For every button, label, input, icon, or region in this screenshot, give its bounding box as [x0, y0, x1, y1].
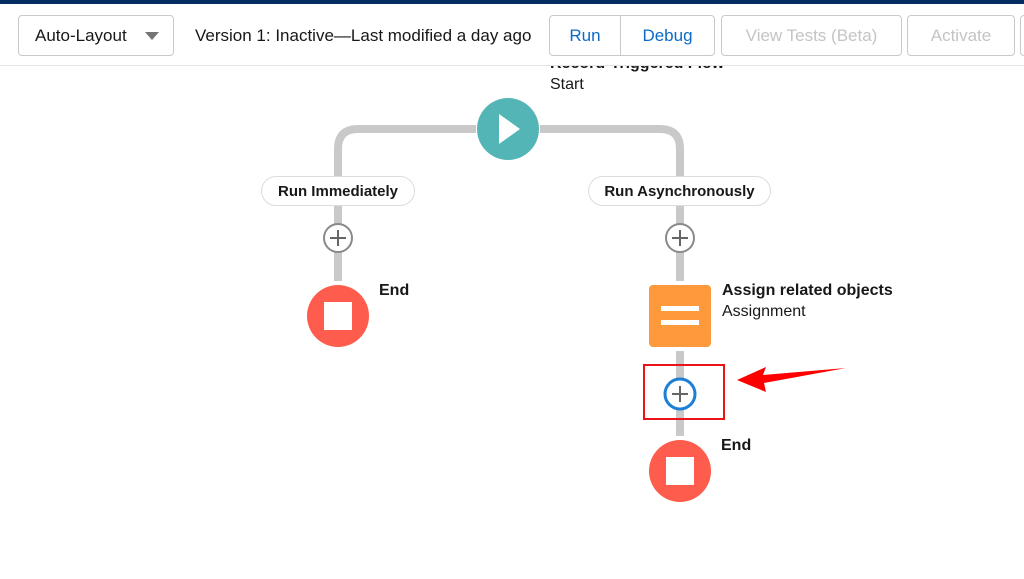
layout-select-value: Auto-Layout: [35, 25, 127, 45]
end-node-right[interactable]: [649, 440, 711, 502]
flow-connectors: [307, 98, 846, 502]
activate-button[interactable]: Activate: [907, 15, 1015, 56]
debug-button[interactable]: Debug: [620, 15, 715, 56]
annotation-arrow: [737, 367, 846, 392]
end-label-right: End: [721, 437, 752, 454]
add-element-button-left[interactable]: [323, 223, 353, 253]
assignment-title: Assign related objects: [722, 282, 893, 299]
start-node[interactable]: [477, 98, 539, 160]
add-element-button-right[interactable]: [665, 223, 695, 253]
toolbar: Auto-Layout Version 1: Inactive—Last mod…: [0, 4, 1024, 66]
assignment-subtitle: Assignment: [722, 303, 806, 320]
version-status: Version 1: Inactive—Last modified a day …: [195, 26, 532, 45]
add-element-button-selected[interactable]: [663, 377, 697, 411]
run-button[interactable]: Run: [549, 15, 621, 56]
more-button[interactable]: [1020, 15, 1024, 56]
assignment-node[interactable]: [649, 285, 711, 347]
path-label-run-asynchronously[interactable]: Run Asynchronously: [588, 176, 771, 206]
path-label-run-immediately[interactable]: Run Immediately: [261, 176, 415, 206]
chevron-down-icon: [145, 32, 159, 40]
equals-icon: [661, 306, 699, 311]
end-node-left[interactable]: [307, 285, 369, 347]
stop-icon: [324, 302, 352, 330]
layout-select[interactable]: Auto-Layout: [18, 15, 174, 56]
end-label-left: End: [379, 282, 410, 299]
flow-canvas: Record-Triggered Flow Start: [0, 55, 1024, 579]
view-tests-button[interactable]: View Tests (Beta): [721, 15, 902, 56]
stop-icon: [666, 457, 694, 485]
